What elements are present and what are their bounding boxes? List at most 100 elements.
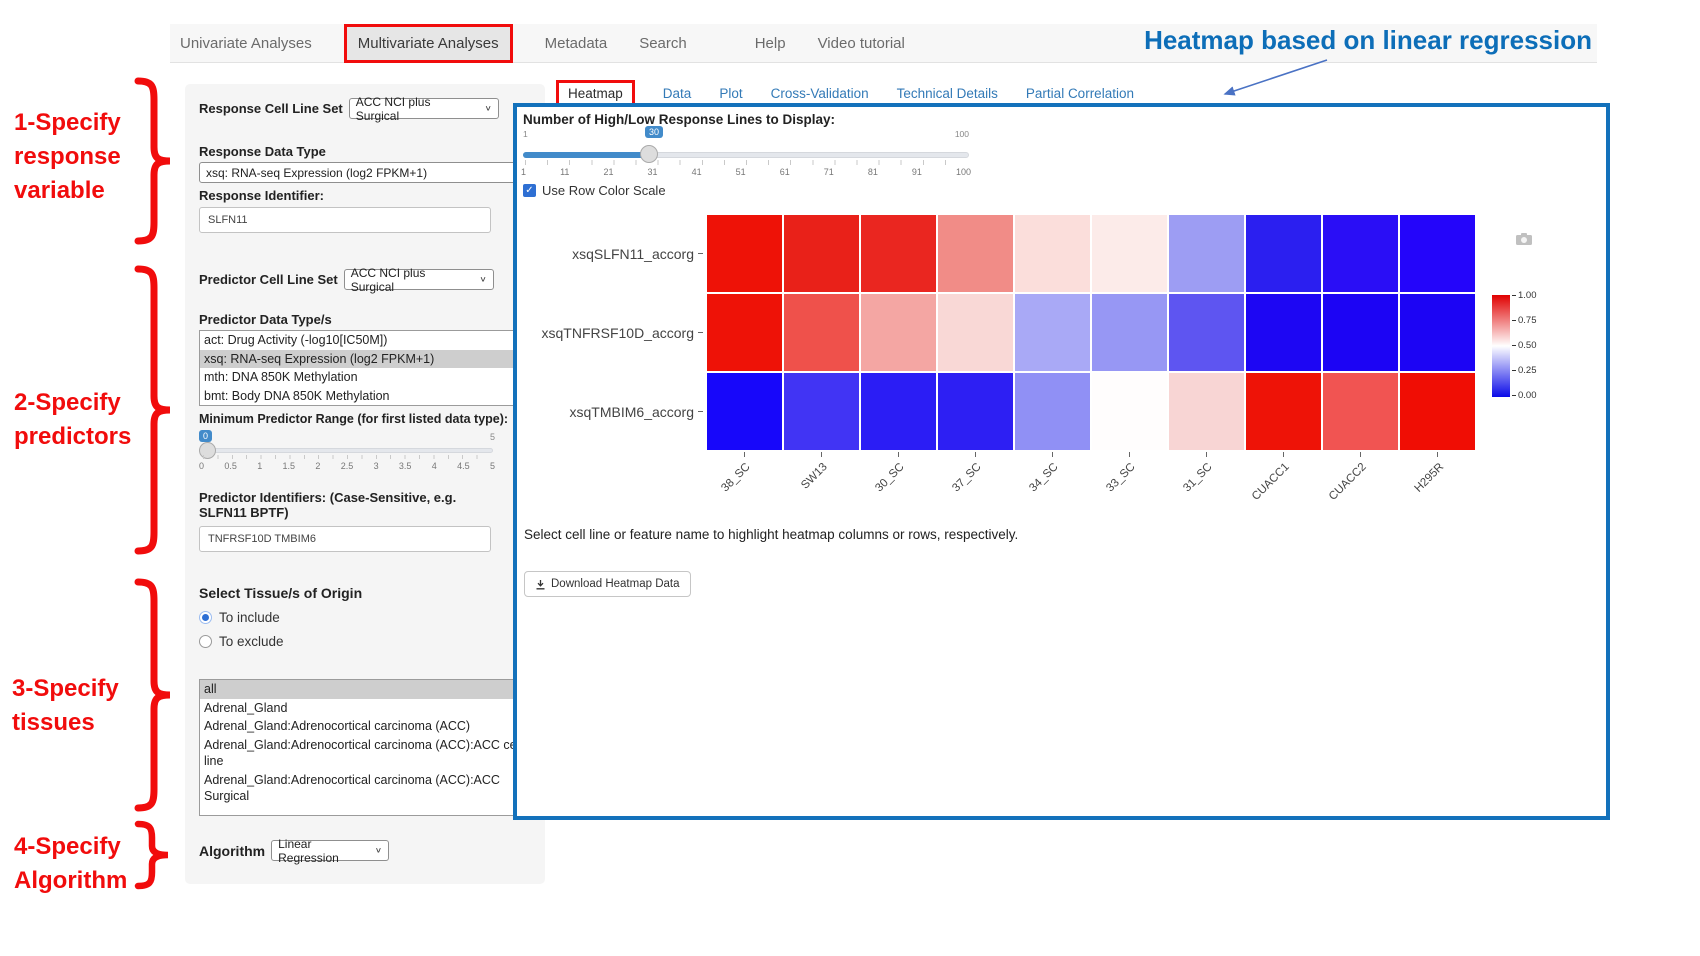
heatmap-cell[interactable] — [1169, 373, 1244, 450]
slider-tick-label: 81 — [868, 167, 878, 177]
heatmap-cell[interactable] — [1092, 215, 1167, 292]
heatmap-cell[interactable] — [1092, 294, 1167, 371]
heatmap-cell[interactable] — [1400, 215, 1475, 292]
heatmap-cell[interactable] — [1323, 294, 1398, 371]
heatmap-cell[interactable] — [1015, 215, 1090, 292]
nav-item[interactable]: Video tutorial — [818, 35, 905, 52]
tab[interactable]: Plot — [719, 86, 742, 101]
axis-tick — [1323, 452, 1398, 457]
radio-selected-icon — [199, 611, 212, 624]
response-identifier-input[interactable] — [199, 207, 491, 233]
nav-item[interactable]: Multivariate Analyses — [344, 24, 513, 63]
heatmap-column-label[interactable]: CUACC2 — [1323, 459, 1398, 521]
listbox-option[interactable]: xsq: RNA-seq Expression (log2 FPKM+1) — [200, 350, 530, 369]
axis-tick — [1169, 452, 1244, 457]
listbox-option[interactable]: act: Drug Activity (-log10[IC50M]) — [200, 331, 530, 350]
heatmap-cell[interactable] — [707, 294, 782, 371]
heatmap-cell[interactable] — [861, 215, 936, 292]
tissue-include-radio[interactable]: To include — [199, 610, 531, 625]
slider-tick-label: 5 — [490, 461, 495, 471]
heatmap-cell[interactable] — [938, 215, 1013, 292]
axis-tick — [784, 452, 859, 457]
tissue-option[interactable]: all — [200, 680, 530, 699]
heatmap-column-label[interactable]: 31_SC — [1169, 459, 1244, 521]
heatmap-cell[interactable] — [1323, 215, 1398, 292]
heatmap-column-label[interactable]: 34_SC — [1015, 459, 1090, 521]
colorbar-label: 0.75 — [1512, 315, 1537, 326]
annotation-brace-1-icon — [132, 76, 176, 246]
predictor-identifiers-input[interactable] — [199, 526, 491, 552]
annotation-step-1: 1-Specify response variable — [14, 106, 144, 208]
annotation-heading: Heatmap based on linear regression — [1020, 25, 1592, 56]
heatmap-column-label[interactable]: SW13 — [784, 459, 859, 521]
slider-track[interactable] — [201, 448, 493, 453]
heatmap-cell[interactable] — [938, 373, 1013, 450]
nav-item[interactable]: Help — [755, 35, 786, 52]
heatmap-cell[interactable] — [1246, 373, 1321, 450]
heatmap-cell[interactable] — [1015, 373, 1090, 450]
nav-item[interactable]: Univariate Analyses — [180, 35, 312, 52]
colorbar-label: 1.00 — [1512, 290, 1537, 301]
tissue-exclude-radio[interactable]: To exclude — [199, 634, 531, 649]
listbox-option[interactable]: mth: DNA 850K Methylation — [200, 368, 530, 387]
heatmap-cell[interactable] — [784, 373, 859, 450]
heatmap-cell[interactable] — [1400, 373, 1475, 450]
slider-tick-label: 1.5 — [283, 461, 296, 471]
predictor-data-types-label: Predictor Data Type/s — [199, 312, 531, 327]
heatmap-column-label[interactable]: CUACC1 — [1246, 459, 1321, 521]
download-heatmap-data-button[interactable]: Download Heatmap Data — [524, 571, 691, 597]
heatmap-cell[interactable] — [1323, 373, 1398, 450]
heatmap-cell[interactable] — [1169, 215, 1244, 292]
slider-handle[interactable] — [640, 145, 658, 163]
tab[interactable]: Cross-Validation — [771, 86, 869, 101]
slider-tick-label: 3.5 — [399, 461, 412, 471]
annotation-arrow-icon — [1195, 54, 1335, 102]
predictor-cell-line-set-select[interactable]: ACC NCI plus Surgical ∨ — [344, 269, 494, 290]
slider-ticks — [525, 160, 967, 165]
tissue-option[interactable]: Adrenal_Gland:Adrenocortical carcinoma (… — [200, 717, 530, 736]
tissue-option[interactable]: Adrenal_Gland:Adrenocortical carcinoma (… — [200, 771, 530, 806]
response-data-type-select[interactable]: xsq: RNA-seq Expression (log2 FPKM+1) ∨ — [199, 162, 531, 183]
tab[interactable]: Partial Correlation — [1026, 86, 1134, 101]
heatmap-column-label[interactable]: 33_SC — [1092, 459, 1167, 521]
heatmap-cell[interactable] — [1246, 215, 1321, 292]
camera-icon[interactable] — [1515, 232, 1533, 246]
heatmap-row-label[interactable]: xsqTMBIM6_accorg — [517, 373, 703, 450]
axis-tick — [1092, 452, 1167, 457]
heatmap-cell[interactable] — [1246, 294, 1321, 371]
heatmap-cell[interactable] — [1015, 294, 1090, 371]
heatmap-cell[interactable] — [784, 215, 859, 292]
tab[interactable]: Technical Details — [897, 86, 998, 101]
response-cell-line-set-select[interactable]: ACC NCI plus Surgical ∨ — [349, 98, 499, 119]
heatmap-cell[interactable] — [784, 294, 859, 371]
heatmap-cell[interactable] — [938, 294, 1013, 371]
predictor-cell-line-set-label: Predictor Cell Line Set — [199, 272, 338, 287]
slider-tick-label: 3 — [374, 461, 379, 471]
tab[interactable]: Data — [663, 86, 692, 101]
heatmap-column-label[interactable]: 30_SC — [861, 459, 936, 521]
heatmap-column-labels: 38_SCSW1330_SC37_SC34_SC33_SC31_SCCUACC1… — [707, 459, 1475, 521]
listbox-option[interactable]: bmt: Body DNA 850K Methylation — [200, 387, 530, 406]
heatmap-row-label[interactable]: xsqTNFRSF10D_accorg — [517, 294, 703, 371]
nav-item[interactable]: Search — [639, 35, 687, 52]
heatmap-cell[interactable] — [861, 373, 936, 450]
heatmap-column-label[interactable]: 37_SC — [938, 459, 1013, 521]
algorithm-select[interactable]: Linear Regression ∨ — [271, 840, 389, 861]
tissue-option[interactable]: Adrenal_Gland — [200, 699, 530, 718]
heatmap-row-label[interactable]: xsqSLFN11_accorg — [517, 215, 703, 292]
heatmap-column-label[interactable]: 38_SC — [707, 459, 782, 521]
heatmap-cell[interactable] — [1169, 294, 1244, 371]
response-data-type-label: Response Data Type — [199, 144, 531, 159]
heatmap-cell[interactable] — [1400, 294, 1475, 371]
checkbox-checked-icon[interactable]: ✓ — [523, 184, 536, 197]
heatmap-cell[interactable] — [861, 294, 936, 371]
analysis-form-panel: Response Cell Line Set ACC NCI plus Surg… — [185, 84, 545, 884]
heatmap-column-label[interactable]: H295R — [1400, 459, 1475, 521]
heatmap-cell[interactable] — [707, 373, 782, 450]
heatmap-cell[interactable] — [707, 215, 782, 292]
radio-unselected-icon — [199, 635, 212, 648]
nav-item[interactable]: Metadata — [545, 35, 608, 52]
tissue-option[interactable]: Adrenal_Gland:Adrenocortical carcinoma (… — [200, 736, 530, 771]
chevron-down-icon: ∨ — [479, 275, 486, 283]
heatmap-cell[interactable] — [1092, 373, 1167, 450]
